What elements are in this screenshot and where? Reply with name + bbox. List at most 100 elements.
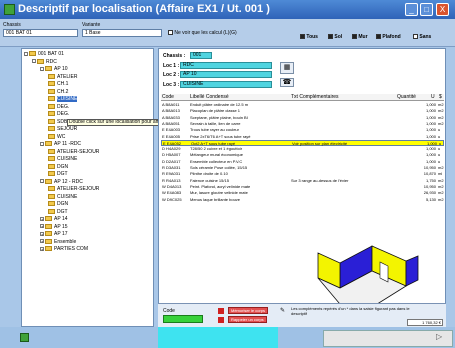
tree-item[interactable]: ATELIER-SEJOUR: [48, 149, 99, 156]
recall-button[interactable]: Rappeler un corps: [228, 316, 267, 323]
table-row[interactable]: A B8A051 Sevrain à taille, lien de carre 1…: [161, 121, 444, 127]
expand-toggle-icon[interactable]: -: [24, 51, 28, 56]
detail-chassis-field[interactable]: 001: [190, 52, 212, 59]
table-cell: Trous tube rayer au couleur: [190, 127, 239, 133]
filter-tous[interactable]: Tous: [300, 34, 318, 40]
table-cell: A B8A033: [162, 114, 180, 120]
col-dollar[interactable]: $: [439, 94, 442, 101]
tree-item[interactable]: WC: [48, 134, 65, 141]
col-libelle[interactable]: Libellé Condensé: [190, 94, 229, 101]
tree-item[interactable]: + AP 15: [40, 224, 68, 231]
tree-item[interactable]: - AP 12 - RDC: [40, 179, 83, 186]
table-row[interactable]: D H4A029 T28/50 2 cuivre et 1 égouttoir 1,…: [161, 146, 444, 152]
expand-toggle-icon[interactable]: -: [32, 59, 36, 64]
expand-toggle-icon[interactable]: -: [40, 141, 44, 146]
tree-item[interactable]: + Ensemble: [40, 239, 76, 246]
loc3-field[interactable]: CUISINE: [180, 81, 272, 88]
table-row[interactable]: A B8A013 Placoplan de plâtre classe 1 1,00…: [161, 108, 444, 114]
tree-item[interactable]: + AP 14: [40, 216, 68, 223]
tree-item[interactable]: CUISINE: [48, 156, 77, 163]
loc1-field[interactable]: RDC: [180, 62, 272, 69]
variante-select[interactable]: 1 Base: [82, 29, 162, 37]
table-row[interactable]: W E4A083 Mur, lasure gloutre velinide mat…: [161, 190, 444, 196]
expand-toggle-icon[interactable]: -: [40, 66, 44, 71]
location-tree[interactable]: -001 BAT 01- RDC - AP 10 ATELIER CH.1 CH.2 CUIS…: [21, 48, 154, 327]
table-row[interactable]: D H5A007 Mélangeur mural économique 1,000 u: [161, 152, 444, 158]
expand-toggle-icon[interactable]: +: [40, 231, 44, 236]
table-row[interactable]: A B8A011 Enduit plâtre ordinaire de 12.5 …: [161, 102, 444, 108]
phone-icon[interactable]: ☎: [280, 78, 294, 87]
col-quantite[interactable]: Quantité: [397, 94, 416, 101]
memorize-icon: [218, 308, 224, 314]
table-cell: R D3A031: [162, 165, 181, 170]
tree-item[interactable]: - RDC: [32, 59, 57, 66]
total-field: 1 760,32 €: [407, 319, 443, 326]
minimize-button[interactable]: _: [405, 3, 418, 16]
tree-item[interactable]: ATELIER: [48, 74, 77, 81]
tree-item-label: DEG.: [57, 111, 70, 117]
tree-item[interactable]: - AP 10: [40, 66, 68, 73]
folder-icon: [48, 118, 55, 124]
tree-item[interactable]: DEG.: [48, 111, 69, 118]
calcul-option[interactable]: Ne voir que les calcul (L)(G): [168, 30, 237, 36]
tree-item[interactable]: CH.1: [48, 81, 68, 88]
tree-item[interactable]: DGN: [48, 201, 68, 208]
loc2-label: Loc 2 :: [163, 72, 180, 78]
memorize-button[interactable]: Mémoriser le corps: [228, 307, 269, 314]
status-gray-panel: [323, 330, 453, 347]
table-row[interactable]: D D2A017 Ensemble collecteur en P.V.C 1,00…: [161, 159, 444, 165]
expand-toggle-icon[interactable]: +: [40, 224, 44, 229]
close-button[interactable]: X: [436, 3, 449, 16]
table-row[interactable]: R D3A031 Sols céramie Pose collée, 15/15 1…: [161, 165, 444, 171]
tree-item[interactable]: DGN: [48, 164, 68, 171]
window-title: Descriptif par localisation (Affaire EX1…: [18, 3, 270, 15]
tree-item[interactable]: DGT: [48, 171, 68, 178]
layout-icon[interactable]: ▦: [280, 62, 294, 74]
table-header: Code Libellé Condensé Txt Complémentaire…: [161, 94, 444, 101]
expand-toggle-icon[interactable]: -: [40, 179, 44, 184]
table-row[interactable]: R E9A031 Plinthe droite de 0.10 10,870 ml: [161, 171, 444, 177]
filter-mur[interactable]: Mur: [352, 34, 368, 40]
table-row[interactable]: A B8A033 Sceptane, plâtre plaine, bouin B…: [161, 115, 444, 121]
tree-item[interactable]: ATELIER-SEJOUR: [48, 186, 99, 193]
tree-item[interactable]: SEJOUR: [48, 126, 77, 133]
col-unit[interactable]: U: [431, 94, 435, 101]
table-row[interactable]: E E4A003 Trous tube rayer au couleur 1,000…: [161, 127, 444, 133]
variante-label: Variante: [82, 22, 101, 28]
table-row[interactable]: E E4A052 Oct2 A+T sous tube rayé Voir posi…: [161, 139, 444, 146]
forward-icon[interactable]: ▷: [436, 332, 442, 341]
expand-toggle-icon[interactable]: +: [40, 216, 44, 221]
col-code[interactable]: Code: [162, 94, 174, 101]
filter-plafond[interactable]: Plafond: [376, 34, 401, 40]
tree-item[interactable]: CUISINE: [48, 96, 78, 103]
tree-item[interactable]: + PARTIES COM: [40, 246, 88, 253]
expand-toggle-icon[interactable]: +: [40, 246, 44, 251]
code-field[interactable]: [163, 315, 203, 323]
table-cell: m2: [438, 165, 444, 170]
table-row[interactable]: W D9C025 Menus laque brillante bouve 5,130…: [161, 197, 444, 203]
table-cell: 10,870: [423, 171, 436, 177]
tree-item[interactable]: CUISINE: [48, 194, 77, 201]
tooltip: Double click sur une localisation pour a…: [67, 119, 161, 126]
table-cell: 1,000: [425, 127, 436, 133]
tree-item[interactable]: + AP 17: [40, 231, 68, 238]
table-row[interactable]: W D4A013 Peint. Plafond, acryl velinide m…: [161, 184, 444, 190]
col-txt[interactable]: Txt Complémentaires: [291, 94, 339, 101]
calcul-checkbox[interactable]: [168, 30, 173, 36]
expand-toggle-icon[interactable]: +: [40, 239, 44, 244]
filter-sans[interactable]: Sans: [413, 34, 431, 40]
tree-item[interactable]: CH.2: [48, 89, 68, 96]
filter-sol[interactable]: Sol: [328, 34, 342, 40]
tree-item-label: CUISINE: [57, 193, 78, 200]
chassis-select[interactable]: 001 BAT 01: [3, 29, 78, 37]
tree-item[interactable]: DEG.: [48, 104, 69, 111]
tree-item[interactable]: - AP 11 -RDC: [40, 141, 81, 148]
loc2-field[interactable]: AP 10: [180, 71, 272, 78]
table-row[interactable]: E E4A005 Prise 2xT6/T6 A+T sous tube rayé…: [161, 134, 444, 140]
table-row[interactable]: R R4A013 Faience cuisine 15/15 Sur 3 range…: [161, 178, 444, 184]
tree-item[interactable]: SDB: [48, 119, 67, 126]
tree-item[interactable]: - 001 BAT 01: [24, 51, 64, 58]
table-cell: u: [438, 146, 441, 152]
tree-item[interactable]: DGT: [48, 209, 68, 216]
maximize-button[interactable]: □: [420, 3, 433, 16]
